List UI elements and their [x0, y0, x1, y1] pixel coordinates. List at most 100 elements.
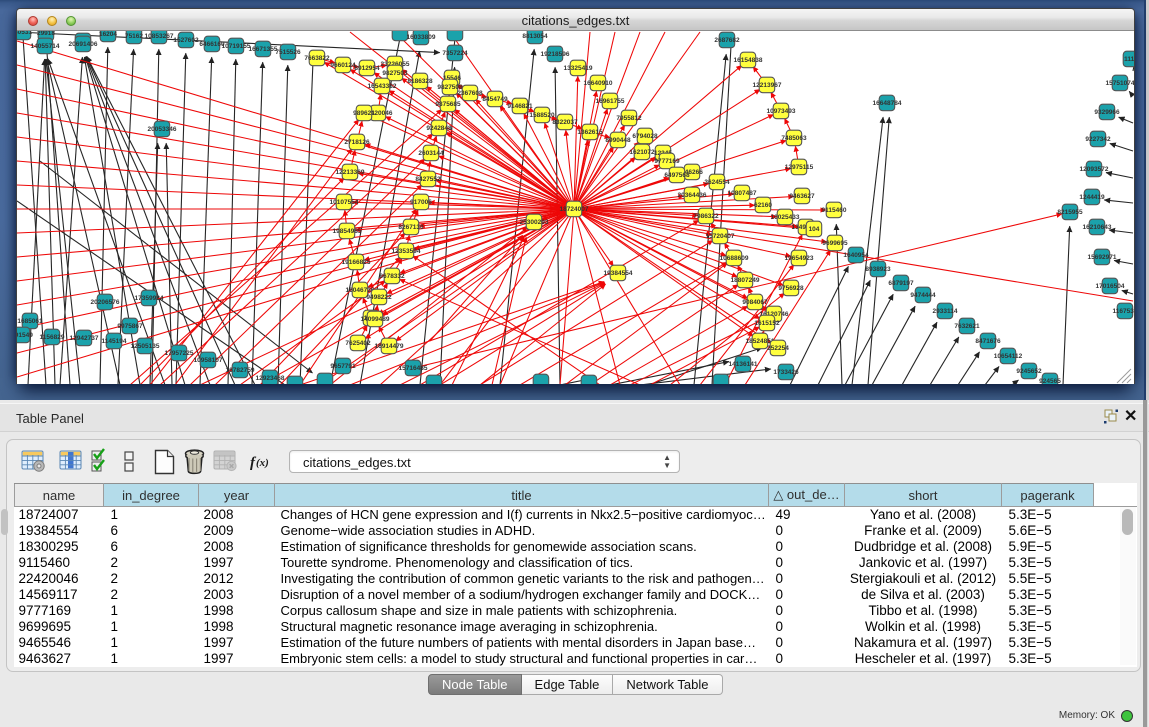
svg-text:7955812: 7955812 — [616, 115, 642, 122]
svg-text:1167534: 1167534 — [1113, 308, 1134, 315]
svg-text:15692971: 15692971 — [1088, 254, 1117, 261]
svg-text:9699695: 9699695 — [822, 240, 848, 247]
svg-text:12093572: 12093572 — [1080, 166, 1109, 173]
svg-text:19384554: 19384554 — [604, 270, 633, 277]
svg-text:1588520: 1588520 — [529, 112, 555, 119]
svg-text:8813054: 8813054 — [522, 33, 548, 40]
svg-text:12975115: 12975115 — [785, 164, 814, 171]
svg-text:(x): (x) — [256, 457, 269, 469]
svg-text:17359924: 17359924 — [135, 295, 164, 302]
svg-text:9474444: 9474444 — [910, 292, 936, 299]
svg-text:14099489: 14099489 — [361, 316, 390, 323]
svg-text:17016504: 17016504 — [1096, 283, 1125, 290]
svg-text:8678332: 8678332 — [379, 273, 405, 280]
svg-text:16648784: 16648784 — [873, 100, 902, 107]
svg-text:104: 104 — [809, 226, 820, 233]
svg-text:19654923: 19654923 — [785, 255, 814, 262]
svg-text:19218596: 19218596 — [541, 51, 570, 58]
svg-text:13325419: 13325419 — [564, 65, 593, 72]
svg-text:7515526: 7515526 — [275, 49, 301, 56]
svg-text:252254: 252254 — [767, 345, 789, 352]
svg-text:1685061: 1685061 — [17, 318, 43, 325]
svg-text:8938923: 8938923 — [865, 266, 891, 273]
svg-text:1156829: 1156829 — [40, 334, 65, 341]
svg-text:9756928: 9756928 — [778, 285, 804, 292]
svg-text:15716485: 15716485 — [399, 365, 428, 372]
svg-text:917006: 917006 — [410, 199, 432, 206]
svg-text:9463627: 9463627 — [789, 193, 815, 200]
svg-text:9115460: 9115460 — [822, 207, 847, 214]
svg-text:7632621: 7632621 — [954, 323, 980, 330]
svg-text:1615152: 1615152 — [754, 320, 780, 327]
svg-text:10973493: 10973493 — [767, 108, 796, 115]
svg-text:9227342: 9227342 — [1085, 136, 1111, 143]
svg-text:6794028: 6794028 — [632, 133, 658, 140]
svg-text:10107554: 10107554 — [330, 199, 359, 206]
svg-text:29918: 29918 — [37, 31, 55, 37]
svg-text:9657791: 9657791 — [330, 363, 356, 370]
svg-text:6497568: 6497568 — [664, 172, 690, 179]
svg-text:8912954: 8912954 — [354, 65, 380, 72]
svg-text:16154838: 16154838 — [734, 57, 763, 64]
svg-text:2933114: 2933114 — [933, 308, 958, 315]
svg-text:10654112: 10654112 — [994, 353, 1023, 360]
svg-text:62160: 62160 — [754, 202, 772, 209]
svg-text:2718126: 2718126 — [344, 139, 370, 146]
svg-text:12942737: 12942737 — [70, 335, 99, 342]
svg-text:1621072: 1621072 — [629, 149, 655, 156]
svg-text:1244419: 1244419 — [1079, 194, 1105, 201]
svg-text:8186328: 8186328 — [407, 78, 433, 85]
svg-text:1145194: 1145194 — [102, 338, 127, 345]
svg-text:3624554: 3624554 — [704, 179, 730, 186]
svg-text:10719155: 10719155 — [222, 43, 251, 50]
svg-text:7986322: 7986322 — [693, 213, 719, 220]
svg-text:9498222: 9498222 — [366, 294, 392, 301]
svg-text:16914479: 16914479 — [375, 343, 404, 350]
svg-text:10688609: 10688609 — [720, 255, 749, 262]
svg-text:9827503: 9827503 — [382, 70, 408, 77]
svg-text:2603144: 2603144 — [418, 150, 444, 157]
svg-text:17957225: 17957225 — [165, 350, 194, 357]
svg-text:9329966: 9329966 — [1094, 109, 1120, 116]
svg-text:75162: 75162 — [125, 33, 143, 40]
svg-text:2367608: 2367608 — [457, 90, 483, 97]
svg-text:8454749: 8454749 — [482, 96, 508, 103]
svg-text:16640910: 16640910 — [584, 80, 613, 87]
svg-text:12213967: 12213967 — [753, 82, 782, 89]
svg-text:9660124: 9660124 — [330, 62, 356, 69]
svg-text:10958107: 10958107 — [194, 357, 223, 364]
svg-text:20364436: 20364436 — [678, 192, 707, 199]
svg-text:8322037: 8322037 — [552, 119, 578, 126]
svg-text:7485063: 7485063 — [781, 135, 807, 142]
svg-text:14055714: 14055714 — [31, 43, 60, 50]
svg-text:15751074: 15751074 — [1106, 80, 1134, 87]
svg-text:12923468: 12923468 — [256, 375, 285, 382]
svg-text:12353594: 12353594 — [392, 248, 421, 255]
svg-text:20691406: 20691406 — [69, 41, 98, 48]
svg-text:924565: 924565 — [1039, 378, 1061, 384]
svg-text:9084067: 9084067 — [742, 299, 768, 306]
svg-text:15720407: 15720407 — [706, 233, 735, 240]
svg-text:25300293: 25300293 — [520, 219, 549, 226]
svg-text:8215955: 8215955 — [1057, 209, 1083, 216]
svg-text:19854985: 19854985 — [333, 228, 362, 235]
svg-text:2687682: 2687682 — [714, 37, 740, 44]
svg-text:9875685: 9875685 — [435, 101, 461, 108]
svg-text:16046736: 16046736 — [346, 287, 375, 294]
svg-text:8471676: 8471676 — [975, 338, 1001, 345]
svg-text:8990448: 8990448 — [605, 137, 631, 144]
svg-text:1527602: 1527602 — [173, 37, 199, 44]
svg-text:8267130: 8267130 — [398, 224, 424, 231]
svg-text:16671355: 16671355 — [249, 46, 278, 53]
svg-text:19166825: 19166825 — [342, 259, 371, 266]
svg-text:7663822: 7663822 — [304, 55, 330, 62]
svg-text:20053346: 20053346 — [148, 126, 177, 133]
svg-text:10025433: 10025433 — [771, 214, 800, 221]
svg-text:12213369: 12213369 — [336, 169, 365, 176]
svg-text:9146821: 9146821 — [507, 103, 533, 110]
svg-text:16033809: 16033809 — [407, 34, 436, 41]
svg-text:16543382: 16543382 — [368, 83, 397, 90]
svg-text:9242848: 9242848 — [426, 125, 452, 132]
svg-text:18724007: 18724007 — [560, 206, 589, 213]
svg-text:14136141: 14136141 — [729, 361, 758, 368]
